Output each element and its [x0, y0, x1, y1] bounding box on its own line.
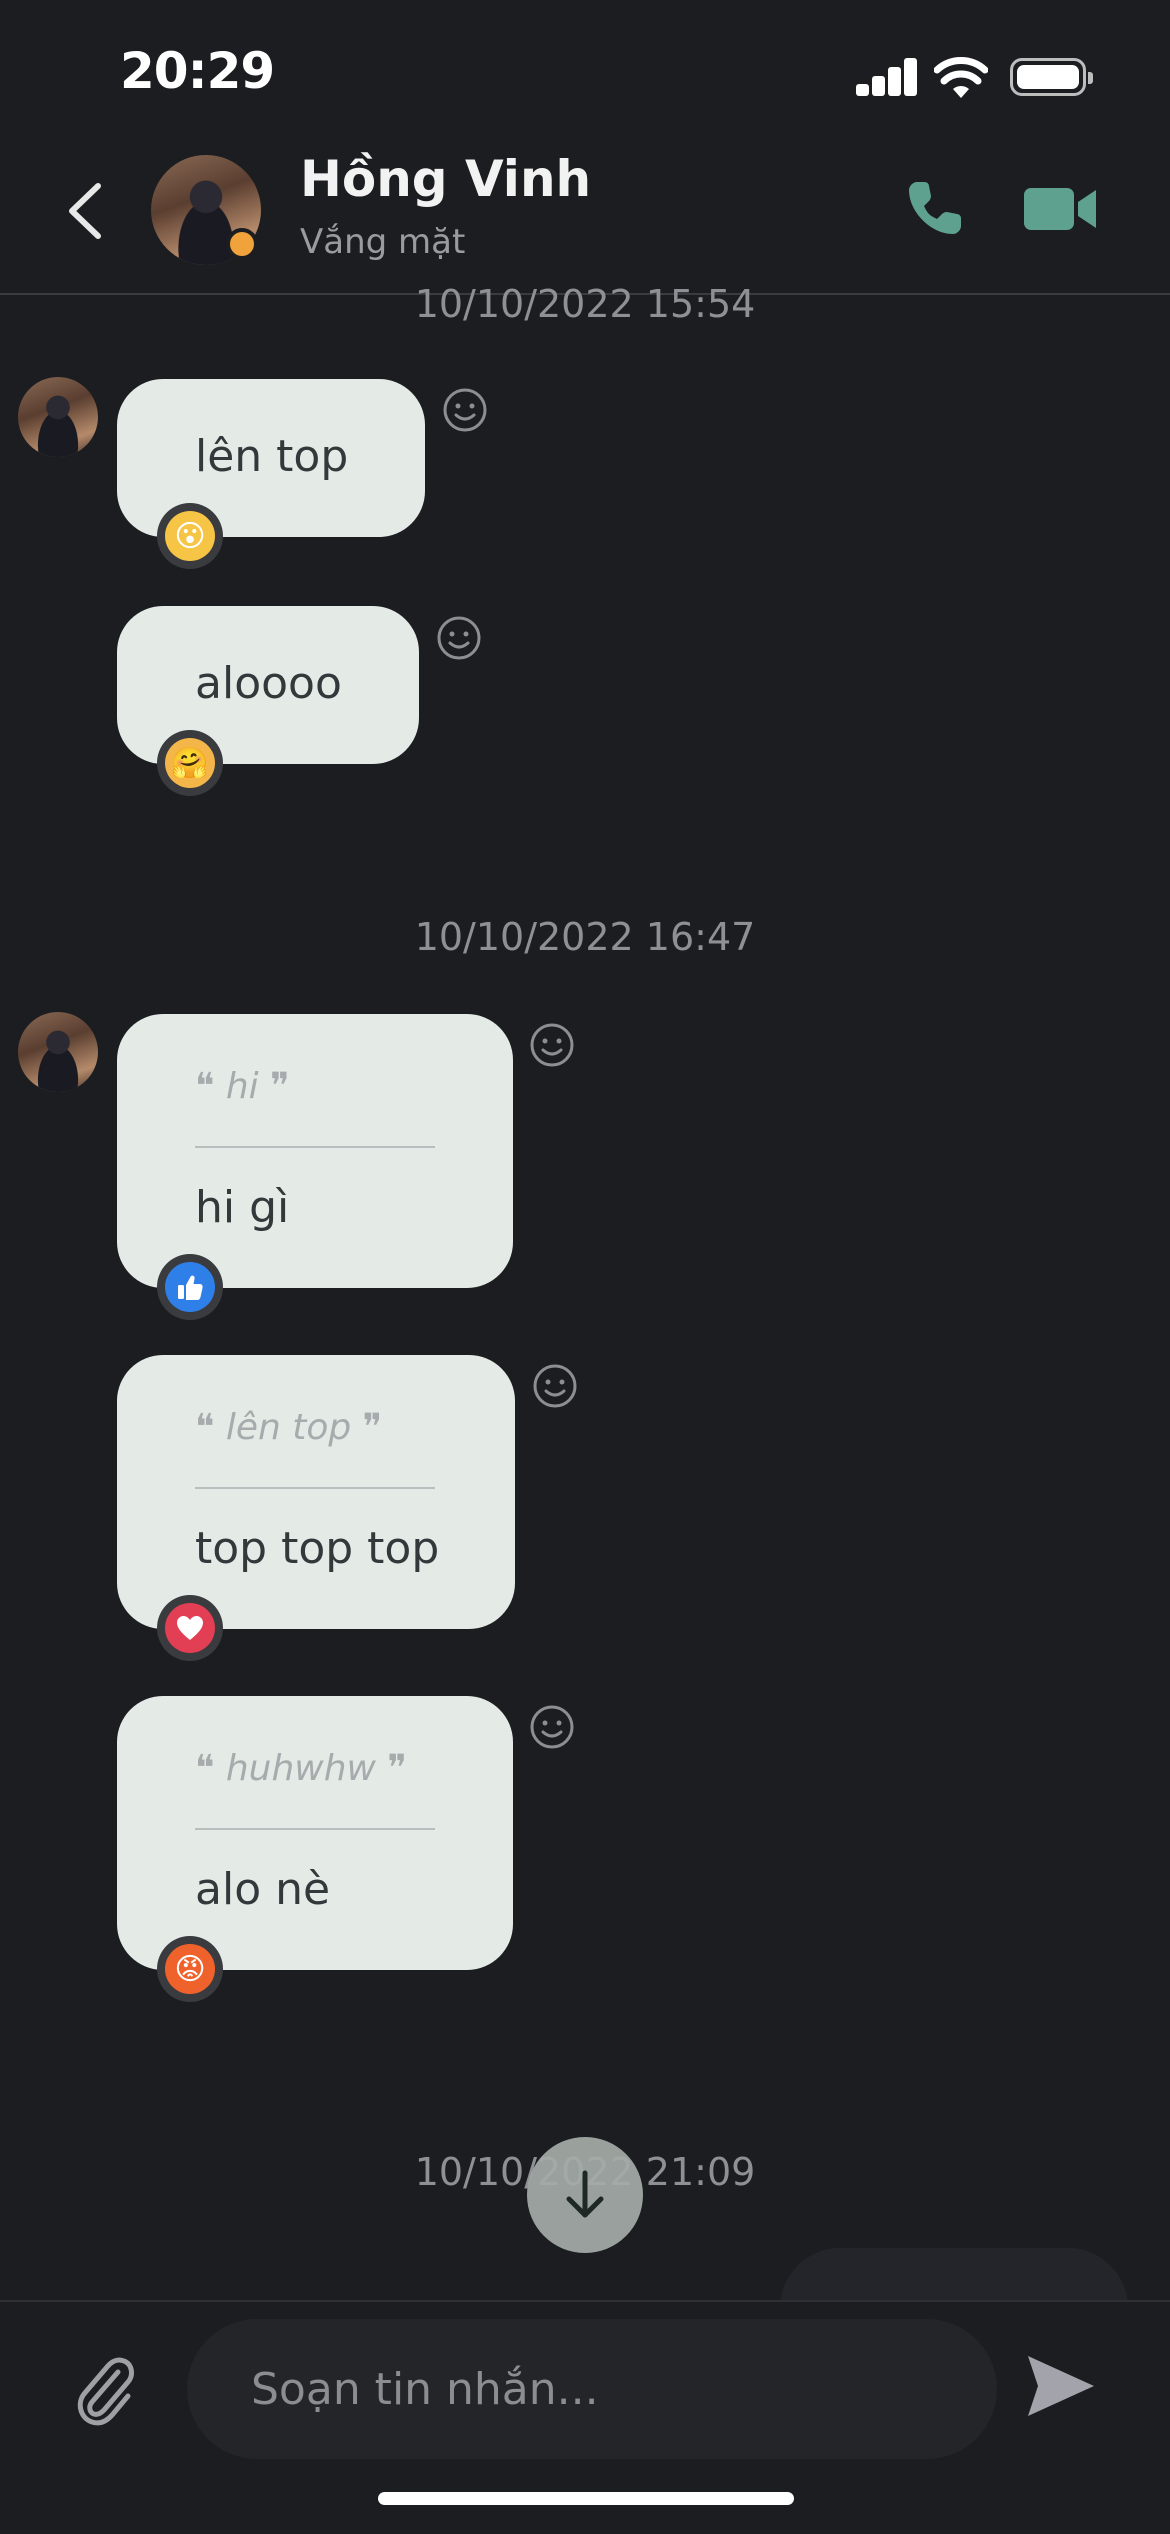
reaction-badge[interactable]: 😮 [157, 503, 223, 569]
message-bubble[interactable]: ❝ hi ❞ hi gì [117, 1014, 513, 1288]
sender-avatar[interactable] [18, 377, 98, 457]
video-camera-icon[interactable] [1024, 186, 1098, 232]
quoted-text: ❝ lên top ❞ [195, 1407, 383, 1448]
message-text: top top top [195, 1523, 440, 1574]
message-bubble[interactable]: ❝ huhwhw ❞ alo nè [117, 1696, 513, 1970]
wifi-icon [934, 57, 988, 98]
reaction-badge[interactable] [157, 1254, 223, 1320]
timestamp: 10/10/2022 15:54 [414, 282, 756, 326]
timestamp: 10/10/2022 16:47 [414, 915, 756, 959]
quote-divider [195, 1146, 435, 1148]
arrow-down-icon [566, 2170, 604, 2218]
message-text: aloooo [195, 658, 342, 709]
quoted-text: ❝ hi ❞ [195, 1066, 290, 1107]
battery-icon [1010, 58, 1093, 96]
heart-icon [177, 1616, 203, 1640]
phone-icon[interactable] [905, 178, 965, 238]
sender-avatar[interactable] [18, 1012, 98, 1092]
add-reaction-icon[interactable] [528, 1703, 576, 1751]
home-indicator [378, 2492, 794, 2505]
signal-icon [856, 58, 917, 96]
add-reaction-icon[interactable] [531, 1362, 579, 1410]
quote-divider [195, 1487, 435, 1489]
contact-name[interactable]: Hồng Vinh [300, 150, 591, 208]
away-status-dot [226, 228, 258, 260]
status-time: 20:29 [120, 42, 275, 100]
message-text: alo nè [195, 1864, 331, 1915]
quoted-text: ❝ huhwhw ❞ [195, 1748, 407, 1789]
reaction-badge[interactable]: 😡 [157, 1936, 223, 2002]
reaction-badge[interactable]: 🤗 [157, 730, 223, 796]
message-text: lên top [195, 431, 349, 482]
message-input[interactable] [187, 2319, 997, 2459]
add-reaction-icon[interactable] [528, 1021, 576, 1069]
add-reaction-icon[interactable] [435, 614, 483, 662]
message-bubble[interactable]: lên top [117, 379, 425, 537]
message-bubble[interactable]: aloooo [117, 606, 419, 764]
like-icon [178, 1275, 203, 1300]
message-bubble[interactable]: ❝ lên top ❞ top top top [117, 1355, 515, 1629]
back-chevron-icon[interactable] [62, 180, 108, 242]
scroll-to-bottom-button[interactable] [527, 2137, 643, 2253]
quote-divider [195, 1828, 435, 1830]
message-text: hi gì [195, 1182, 290, 1233]
send-icon[interactable] [1024, 2352, 1096, 2420]
contact-status: Vắng mặt [300, 222, 466, 262]
add-reaction-icon[interactable] [441, 386, 489, 434]
reaction-badge[interactable] [157, 1595, 223, 1661]
paperclip-icon[interactable] [74, 2350, 140, 2430]
